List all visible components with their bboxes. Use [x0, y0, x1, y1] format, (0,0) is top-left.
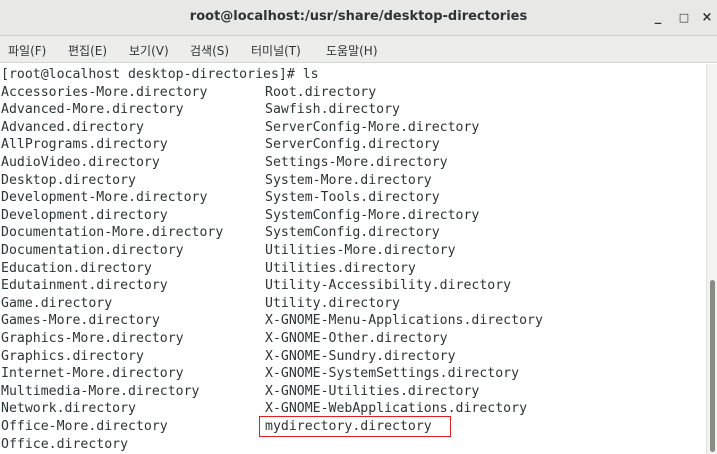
title-bar[interactable]: root@localhost:/usr/share/desktop-direct…	[0, 0, 717, 36]
ls-entry-right: Settings-More.directory	[265, 155, 448, 170]
ls-entry-left: Games-More.directory	[1, 313, 160, 329]
terminal-window: root@localhost:/usr/share/desktop-direct…	[0, 0, 717, 454]
ls-entry-right: System-More.directory	[265, 172, 432, 188]
ls-entry-right: X-GNOME-Menu-Applications.directory	[265, 313, 543, 329]
ls-entry-left: AllPrograms.directory	[1, 137, 168, 153]
close-icon[interactable]: ×	[697, 8, 717, 28]
window-title: root@localhost:/usr/share/desktop-direct…	[189, 9, 528, 24]
ls-entry-right: Utility-Accessibility.directory	[265, 278, 512, 294]
terminal-output[interactable]: [root@localhost desktop-directories]# ls…	[0, 64, 706, 454]
menu-terminal[interactable]: 터미널(T)	[251, 42, 301, 59]
scrollbar-thumb[interactable]	[710, 280, 715, 452]
ls-entry-right: Utilities-More.directory	[265, 243, 456, 258]
ls-entry-left: Accessories-More.directory	[1, 84, 208, 100]
ls-entry-right: ServerConfig-More.directory	[265, 119, 480, 135]
ls-entry-left: Advanced-More.directory	[1, 102, 184, 118]
ls-entry-right: X-GNOME-Utilities.directory	[265, 383, 480, 399]
vertical-scrollbar[interactable]	[706, 64, 717, 454]
ls-entry-right: ServerConfig.directory	[265, 137, 440, 153]
ls-entry-left: Graphics-More.directory	[1, 331, 184, 346]
ls-entry-left: Desktop.directory	[1, 172, 136, 188]
ls-entry-right: Sawfish.directory	[265, 102, 400, 118]
ls-entry-left: Graphics.directory	[1, 348, 144, 364]
ls-entry-right: Root.directory	[265, 84, 377, 100]
ls-entry-left: Internet-More.directory	[1, 366, 184, 382]
ls-entry-left: Office-More.directory	[1, 419, 168, 434]
ls-entry-right: X-GNOME-SystemSettings.directory	[265, 366, 520, 382]
menu-file[interactable]: 파일(F)	[8, 42, 46, 59]
maximize-icon[interactable]: □	[674, 8, 694, 28]
ls-entry-left: Education.directory	[1, 260, 152, 276]
ls-entry-left: Development.directory	[1, 207, 168, 223]
ls-entry-left: Office.directory	[1, 436, 129, 452]
ls-entry-left: AudioVideo.directory	[1, 155, 160, 170]
ls-entry-right: SystemConfig-More.directory	[265, 207, 480, 223]
ls-entry-left: Documentation-More.directory	[1, 225, 224, 241]
ls-entry-right: SystemConfig.directory	[265, 225, 440, 241]
ls-entry-right: X-GNOME-Sundry.directory	[265, 348, 456, 364]
ls-entry-right: Utilities.directory	[265, 260, 416, 276]
ls-entry-right: X-GNOME-Other.directory	[265, 331, 448, 346]
ls-entry-left: Advanced.directory	[1, 119, 144, 135]
ls-entry-left: Documentation.directory	[1, 243, 184, 258]
menu-edit[interactable]: 편집(E)	[68, 42, 107, 59]
ls-entry-left: Network.directory	[1, 401, 136, 417]
menu-search[interactable]: 검색(S)	[190, 42, 229, 59]
prompt-line: [root@localhost desktop-directories]# ls	[1, 67, 319, 82]
minimize-icon[interactable]: _	[648, 8, 668, 28]
ls-entry-left: Development-More.directory	[1, 190, 208, 206]
menu-view[interactable]: 보기(V)	[129, 42, 169, 59]
ls-entry-right: Utility.directory	[265, 295, 400, 311]
menu-help[interactable]: 도움말(H)	[326, 42, 378, 59]
ls-entry-left: Edutainment.directory	[1, 278, 168, 294]
highlight-box	[259, 416, 451, 437]
ls-entry-left: Multimedia-More.directory	[1, 383, 200, 399]
menu-bar: 파일(F) 편집(E) 보기(V) 검색(S) 터미널(T) 도움말(H)	[0, 36, 717, 63]
ls-entry-left: Game.directory	[1, 295, 113, 311]
ls-entry-right: System-Tools.directory	[265, 190, 440, 206]
